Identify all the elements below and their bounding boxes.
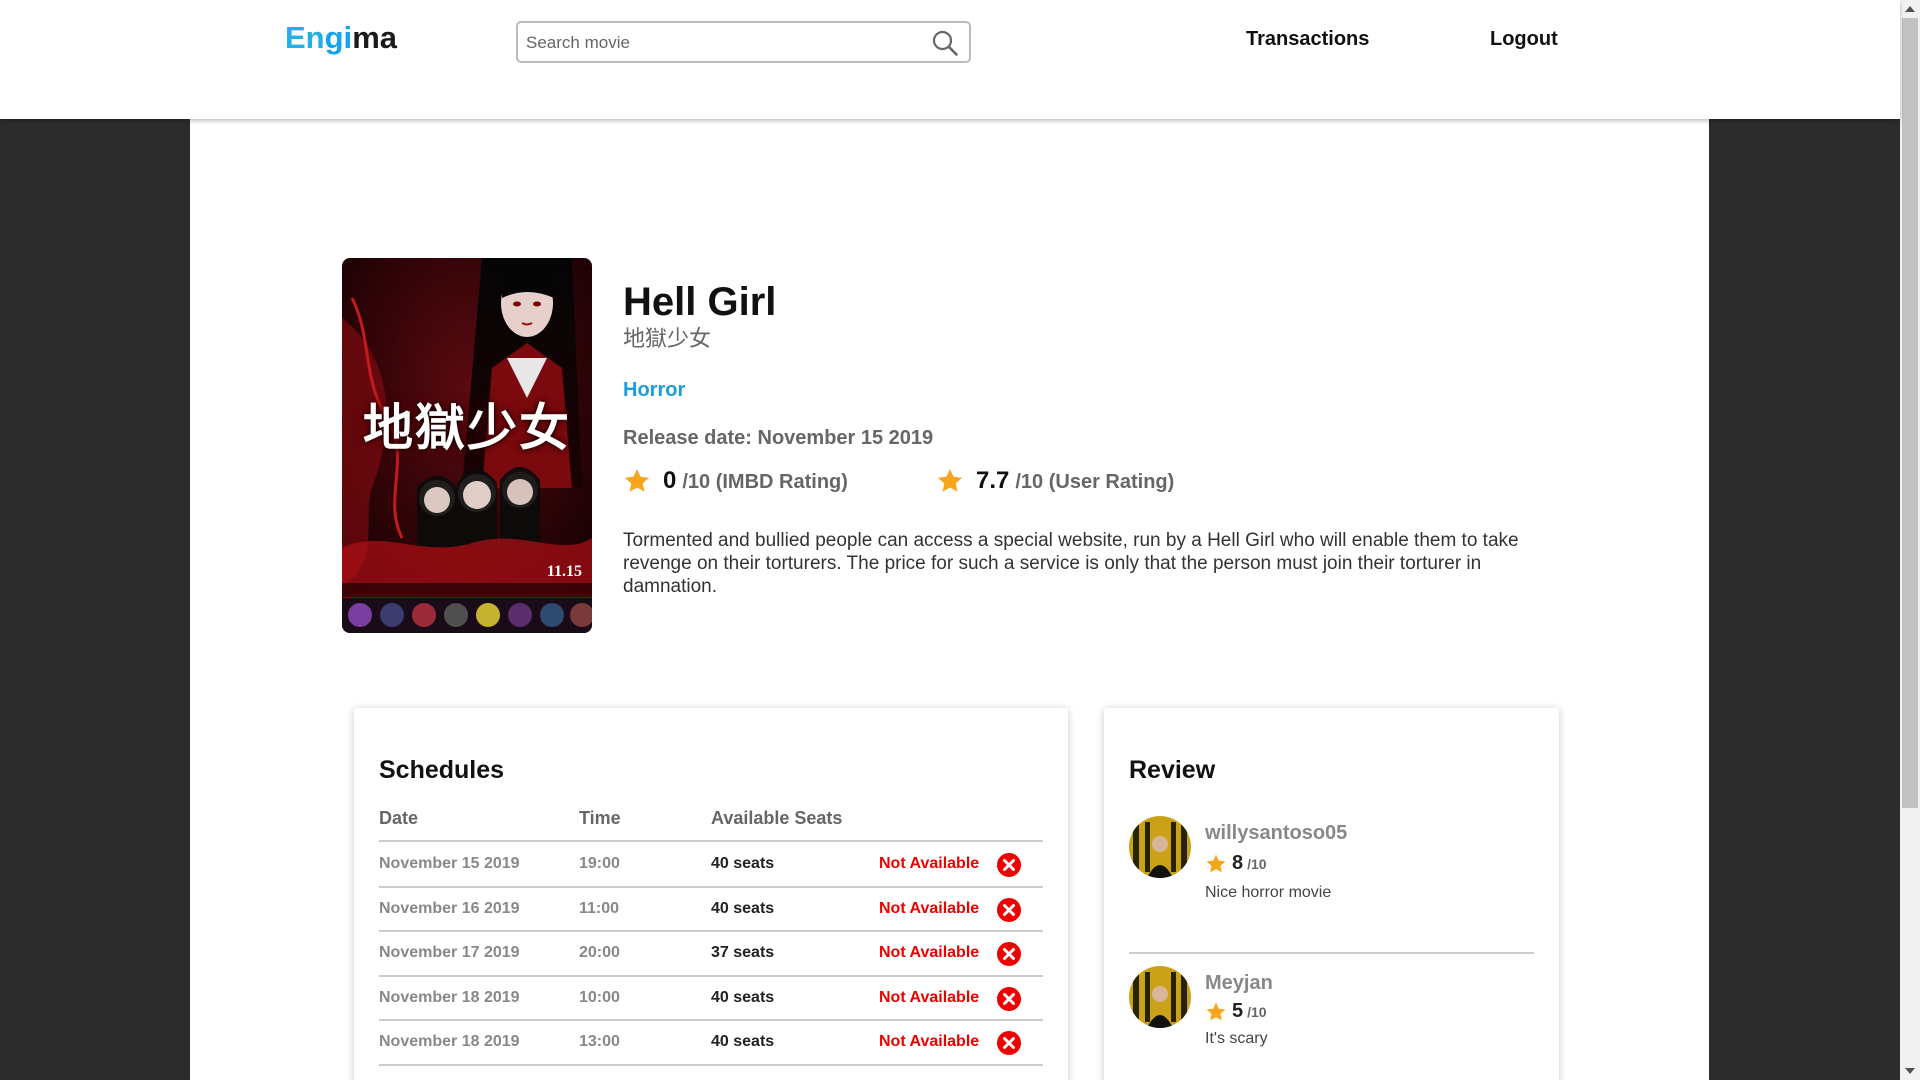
logo-part-1: En xyxy=(285,20,325,55)
schedule-date: November 15 2019 xyxy=(379,855,520,872)
logo-part-2: gi xyxy=(324,20,353,55)
table-row: November 16 2019 11:00 40 seats Not Avai… xyxy=(379,888,1043,932)
schedule-date: November 16 2019 xyxy=(379,899,520,917)
review-rating: 5 /10 xyxy=(1205,1000,1267,1023)
search-input[interactable] xyxy=(526,30,906,56)
close-circle-icon xyxy=(997,897,1021,922)
movie-title: Hell Girl xyxy=(623,280,777,324)
review-username[interactable]: willysantoso05 xyxy=(1205,822,1347,845)
review-username[interactable]: Meyjan xyxy=(1205,972,1273,995)
schedules-card: Schedules Date Time Available Seats Nove… xyxy=(354,708,1068,1080)
schedule-status: Not Available xyxy=(879,899,980,917)
header-date: Date xyxy=(379,808,419,828)
page-scrollbar[interactable] xyxy=(1900,0,1920,1080)
star-icon xyxy=(1206,1002,1226,1020)
avatar xyxy=(1129,966,1191,1028)
star-icon xyxy=(1206,854,1226,872)
imdb-rating-suffix: /10 (IMBD Rating) xyxy=(682,471,848,493)
imdb-rating: 0 /10 (IMBD Rating) xyxy=(623,467,848,495)
nav-transactions-link[interactable]: Transactions xyxy=(1246,26,1369,52)
review-item: willysantoso05 8 /10 Nice horror movie xyxy=(1129,816,1534,954)
user-rating: 7.7 /10 (User Rating) xyxy=(936,467,1174,495)
schedule-status: Not Available xyxy=(879,944,980,961)
schedules-title: Schedules xyxy=(379,756,505,784)
schedule-seats: 40 seats xyxy=(711,855,775,872)
review-item: Meyjan 5 /10 It's scary xyxy=(1129,954,1534,1080)
schedule-seats: 40 seats xyxy=(711,1033,775,1050)
schedule-status: Not Available xyxy=(879,1033,980,1050)
schedule-time: 20:00 xyxy=(579,944,620,961)
search-box xyxy=(516,21,971,63)
schedule-time: 11:00 xyxy=(579,899,620,917)
search-icon[interactable] xyxy=(931,29,959,57)
schedule-status: Not Available xyxy=(879,988,980,1006)
user-rating-suffix: /10 (User Rating) xyxy=(1015,471,1175,493)
review-rating-suffix: /10 xyxy=(1247,856,1267,872)
review-rating-suffix: /10 xyxy=(1247,1004,1267,1020)
movie-release-date: Release date: November 15 2019 xyxy=(623,427,934,449)
imdb-rating-value: 0 xyxy=(663,467,677,494)
review-rating-value: 8 xyxy=(1232,852,1244,874)
movie-original-title: 地獄少女 xyxy=(623,327,712,352)
table-row: November 17 2019 20:00 37 seats Not Avai… xyxy=(379,932,1043,977)
schedules-table-body: November 15 2019 19:00 40 seats Not Avai… xyxy=(379,843,1043,1066)
close-circle-icon xyxy=(997,853,1021,877)
schedule-date: November 18 2019 xyxy=(379,988,520,1006)
schedule-seats: 40 seats xyxy=(711,899,775,917)
top-header: Engima Transactions Logout xyxy=(0,0,1900,119)
review-list: willysantoso05 8 /10 Nice horror movie M… xyxy=(1129,816,1534,1080)
header-time: Time xyxy=(579,808,621,828)
review-text: It's scary xyxy=(1205,1030,1268,1047)
table-row: November 15 2019 19:00 40 seats Not Avai… xyxy=(379,843,1043,888)
schedule-status: Not Available xyxy=(879,855,980,872)
poster-date-text: 11.15 xyxy=(546,563,582,580)
movie-ratings: 0 /10 (IMBD Rating) 7.7 /10 (User Rating… xyxy=(623,467,1583,499)
movie-poster: 地獄少女 11.15 xyxy=(342,258,592,633)
table-row: November 18 2019 10:00 40 seats Not Avai… xyxy=(379,977,1043,1021)
scroll-up-arrow-icon[interactable] xyxy=(1905,6,1915,12)
schedule-seats: 37 seats xyxy=(711,944,775,961)
review-text: Nice horror movie xyxy=(1205,884,1332,901)
movie-info: Hell Girl 地獄少女 Horror Release date: Nove… xyxy=(623,279,1583,598)
close-circle-icon xyxy=(997,986,1021,1011)
review-title: Review xyxy=(1129,756,1216,784)
scroll-down-arrow-icon[interactable] xyxy=(1905,1068,1915,1074)
user-rating-value: 7.7 xyxy=(976,467,1010,494)
movie-genre[interactable]: Horror xyxy=(623,377,1583,403)
schedule-time: 13:00 xyxy=(579,1033,620,1050)
review-card: Review willysantoso05 8 /10 Nice horror … xyxy=(1104,708,1559,1080)
nav-logout-link[interactable]: Logout xyxy=(1490,26,1558,52)
close-circle-icon xyxy=(997,942,1021,966)
scrollbar-thumb[interactable] xyxy=(1902,18,1918,808)
close-circle-icon xyxy=(997,1031,1021,1055)
main-content: 地獄少女 11.15 Hell Girl 地獄少女 Horror Release… xyxy=(190,119,1709,1080)
movie-description: Tormented and bullied people can access … xyxy=(623,530,1519,597)
avatar xyxy=(1129,816,1191,878)
poster-title-text: 地獄少女 xyxy=(363,398,571,457)
logo-part-3: ma xyxy=(352,20,397,55)
app-logo[interactable]: Engima xyxy=(285,18,397,58)
header-seats: Available Seats xyxy=(711,808,843,828)
review-rating-value: 5 xyxy=(1232,1000,1244,1022)
table-row: November 18 2019 13:00 40 seats Not Avai… xyxy=(379,1021,1043,1066)
review-rating: 8 /10 xyxy=(1205,852,1267,875)
schedule-date: November 17 2019 xyxy=(379,944,520,961)
schedule-time: 19:00 xyxy=(579,855,620,872)
schedule-date: November 18 2019 xyxy=(379,1033,520,1050)
schedule-time: 10:00 xyxy=(579,988,620,1006)
star-icon xyxy=(937,469,963,492)
schedules-table-header: Date Time Available Seats xyxy=(379,808,1043,842)
schedule-seats: 40 seats xyxy=(711,988,775,1006)
star-icon xyxy=(624,469,650,492)
